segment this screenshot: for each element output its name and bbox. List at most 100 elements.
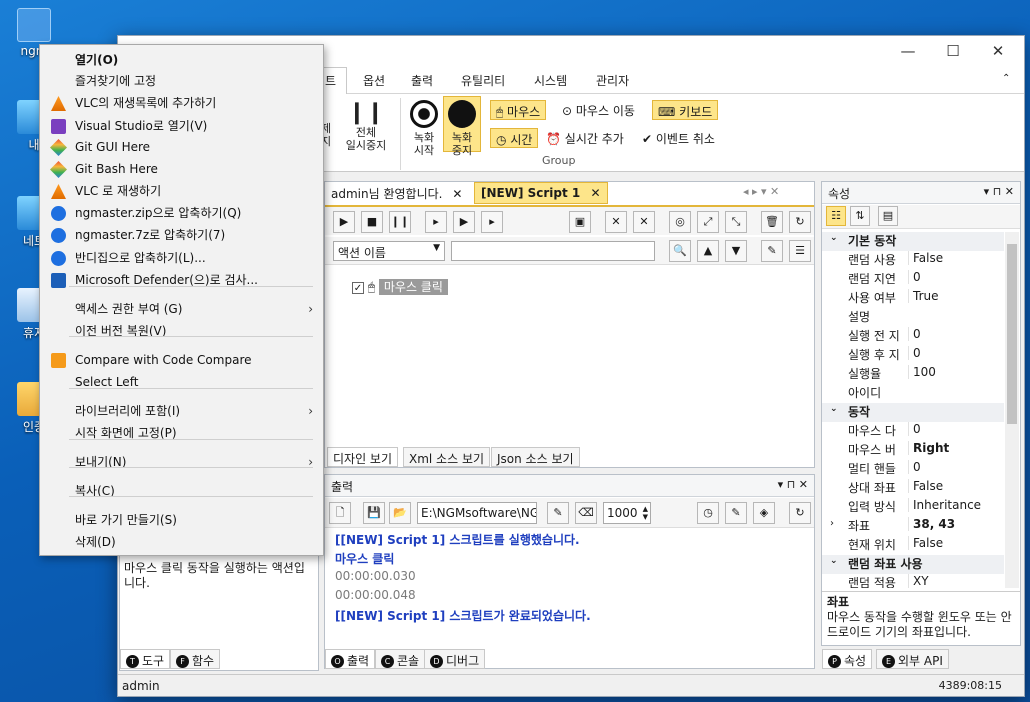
menu-item[interactable]: Microsoft Defender(으)로 검사... — [40, 269, 323, 291]
tab-tools[interactable]: T 도구 — [120, 649, 171, 669]
menu-item[interactable]: 라이브러리에 포함(I) › — [40, 400, 323, 422]
property-value[interactable]: True — [908, 289, 939, 303]
scrollbar[interactable] — [1005, 232, 1019, 588]
property-row[interactable]: 마우스 버 Right — [822, 441, 1004, 460]
property-value[interactable]: 0 — [908, 270, 921, 284]
expand-button[interactable]: ⤢ — [697, 211, 719, 233]
menu-item[interactable]: 이전 버전 복원(V) — [40, 320, 323, 342]
menu-item[interactable]: 열기(O) — [40, 49, 323, 71]
categorized-button[interactable]: ☷ — [826, 206, 846, 226]
clear-button[interactable]: ✕ — [633, 211, 655, 233]
property-category[interactable]: ⌄ 동작 — [822, 403, 1004, 422]
property-row[interactable]: 마우스 다 0 — [822, 422, 1004, 441]
property-row[interactable]: 현재 위치 False — [822, 536, 1004, 555]
step-button[interactable]: ▸ — [425, 211, 447, 233]
number-stepper[interactable]: 1000 ▲ ▼ — [603, 502, 651, 524]
menu-item[interactable]: 반디집으로 압축하기(L)... — [40, 247, 323, 269]
tab-admin[interactable]: 관리자 — [596, 72, 629, 89]
time-toggle[interactable]: ◷ 시간 — [490, 128, 539, 148]
tab-design-view[interactable]: 디자인 보기 — [327, 447, 399, 467]
tree-item[interactable]: ✓ 🖱 마우스 클릭 — [352, 278, 448, 296]
tab-functions[interactable]: F 함수 — [170, 649, 221, 669]
property-row[interactable]: 아이디 — [822, 384, 1004, 403]
search-input[interactable] — [451, 241, 655, 261]
property-row[interactable]: › 좌표 38, 43 — [822, 517, 1004, 536]
action-name-select[interactable]: 액션 이름 ▼ — [333, 241, 445, 261]
menu-item[interactable]: VLC 로 재생하기 — [40, 180, 323, 202]
clock-button[interactable]: ◷ — [697, 502, 719, 524]
tab-console[interactable]: C 콘솔 — [375, 649, 426, 669]
mouse-move-toggle[interactable]: ⊙ 마우스 이동 — [562, 102, 635, 119]
up-button[interactable]: ▲ — [697, 240, 719, 262]
menu-item[interactable]: ngmaster.7z로 압축하기(7) — [40, 224, 323, 246]
property-category[interactable]: ⌄ 랜덤 좌표 사용 — [822, 555, 1004, 574]
menu-item[interactable]: Git GUI Here — [40, 136, 323, 158]
tab-system[interactable]: 시스템 — [534, 72, 567, 89]
tab-debug[interactable]: D 디버그 — [424, 649, 486, 669]
menu-item[interactable]: 바로 가기 만들기(S) — [40, 509, 323, 531]
fill-button[interactable]: ◈ — [753, 502, 775, 524]
property-value[interactable]: 100 — [908, 365, 936, 379]
refresh-button[interactable]: ↻ — [789, 211, 811, 233]
chevron-right-icon[interactable]: › — [830, 518, 834, 529]
property-row[interactable]: 멀티 핸들 0 — [822, 460, 1004, 479]
minimize-button[interactable]: — — [888, 40, 928, 62]
path-input[interactable]: E:\NGMsoftware\NG — [417, 502, 537, 524]
tab-script-1[interactable]: [NEW] Script 1 ✕ — [474, 182, 608, 204]
property-value[interactable]: 0 — [908, 460, 921, 474]
property-value[interactable]: 0 — [908, 422, 921, 436]
tab-external-api[interactable]: E 외부 API — [876, 649, 949, 669]
close-icon[interactable]: ✕ — [452, 187, 462, 201]
record-start-button[interactable]: 녹화 시작 — [407, 100, 441, 157]
menu-item[interactable]: ngmaster.zip으로 압축하기(Q) — [40, 202, 323, 224]
menu-item[interactable]: Compare with Code Compare — [40, 349, 323, 371]
property-value[interactable]: Right — [908, 441, 949, 455]
chevron-down-icon[interactable]: ⌄ — [830, 556, 838, 566]
mouse-toggle[interactable]: 🖱 마우스 — [490, 100, 547, 120]
pause-button[interactable]: ❙❙ — [389, 211, 411, 233]
tab-output-log[interactable]: O 출력 — [325, 649, 376, 669]
record-stop-button[interactable]: 녹화 중지 — [443, 96, 481, 157]
refresh-button[interactable]: ↻ — [789, 502, 811, 524]
pane-controls-icon[interactable]: ▾ ⊓ ✕ — [778, 478, 808, 491]
open-folder-button[interactable]: 📂 — [389, 502, 411, 524]
menu-item[interactable]: 복사(C) — [40, 480, 323, 502]
collapse-button[interactable]: ⤡ — [725, 211, 747, 233]
property-value[interactable]: False — [908, 251, 943, 265]
list-button[interactable]: ☰ — [789, 240, 811, 262]
property-row[interactable]: 랜덤 지연 0 — [822, 270, 1004, 289]
new-file-button[interactable]: 🗋 — [329, 502, 351, 524]
tab-welcome[interactable]: admin님 환영합니다. ✕ — [325, 182, 468, 204]
keyboard-toggle[interactable]: ⌨ 키보드 — [652, 100, 719, 120]
search-button[interactable]: 🔍 — [669, 240, 691, 262]
property-row[interactable]: 사용 여부 True — [822, 289, 1004, 308]
tab-options[interactable]: 옵션 — [363, 72, 385, 89]
property-row[interactable]: 랜덤 적용 XY — [822, 574, 1004, 588]
brush-button[interactable]: ✎ — [725, 502, 747, 524]
target-button[interactable]: ◎ — [669, 211, 691, 233]
property-value[interactable]: False — [908, 536, 943, 550]
chevron-down-icon[interactable]: ⌄ — [830, 404, 838, 414]
play-button[interactable]: ▶ — [333, 211, 355, 233]
tab-properties[interactable]: P 속성 — [822, 649, 873, 669]
close-icon[interactable]: ✕ — [590, 186, 600, 200]
tab-output[interactable]: 출력 — [411, 72, 433, 89]
menu-item[interactable]: 삭제(D) — [40, 531, 323, 553]
sort-button[interactable]: ⇅ — [850, 206, 870, 226]
stepper-icon[interactable]: ▲ ▼ — [643, 505, 648, 521]
property-category[interactable]: ⌄ 기본 동작 — [822, 232, 1004, 251]
pause-all-button[interactable]: ❙❙ 전체 일시중지 — [340, 100, 392, 152]
property-row[interactable]: 실행율 100 — [822, 365, 1004, 384]
property-value[interactable]: 38, 43 — [908, 517, 955, 531]
maximize-button[interactable]: ☐ — [933, 40, 973, 62]
clean-button[interactable]: ✎ — [761, 240, 783, 262]
property-value[interactable]: False — [908, 479, 943, 493]
step-over-button[interactable]: ▸ — [481, 211, 503, 233]
tab-nav-icon[interactable]: ◂ ▸ ▾ ✕ — [743, 185, 779, 198]
image-button[interactable]: ▣ — [569, 211, 591, 233]
tab-json-view[interactable]: Json 소스 보기 — [491, 447, 580, 467]
checkbox[interactable]: ✓ — [352, 282, 364, 294]
property-row[interactable]: 랜덤 사용 False — [822, 251, 1004, 270]
save-button[interactable]: 💾 — [363, 502, 385, 524]
trash-button[interactable]: 🗑 — [761, 211, 783, 233]
